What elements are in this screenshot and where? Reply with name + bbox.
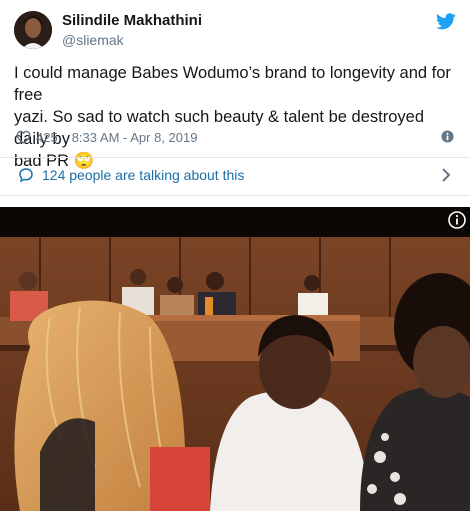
twitter-bird-icon[interactable] <box>436 13 456 30</box>
divider <box>0 157 470 158</box>
info-icon[interactable] <box>441 130 454 143</box>
conversation-link[interactable]: 124 people are talking about this <box>18 165 244 185</box>
info-icon[interactable] <box>448 211 466 229</box>
author-handle[interactable]: @sliemak <box>62 32 124 48</box>
like-count[interactable]: 425 <box>36 130 58 145</box>
tweet-card: Silindile Makhathini @sliemak I could ma… <box>0 0 470 200</box>
chevron-right-icon[interactable] <box>441 168 451 182</box>
avatar[interactable] <box>14 11 52 49</box>
video-player[interactable] <box>0 207 470 511</box>
video-frame <box>0 207 470 511</box>
speech-bubble-icon <box>19 168 33 183</box>
author-name[interactable]: Silindile Makhathini <box>62 12 202 29</box>
tweet-text: I could manage Babes Wodumo’s brand to l… <box>14 64 451 170</box>
conversation-label: 124 people are talking about this <box>42 167 245 183</box>
tweet-timestamp[interactable]: 8:33 AM - Apr 8, 2019 <box>72 130 198 145</box>
heart-icon[interactable] <box>16 130 31 144</box>
tweet-meta: 425 8:33 AM - Apr 8, 2019 <box>16 128 197 146</box>
card-border <box>0 195 470 196</box>
